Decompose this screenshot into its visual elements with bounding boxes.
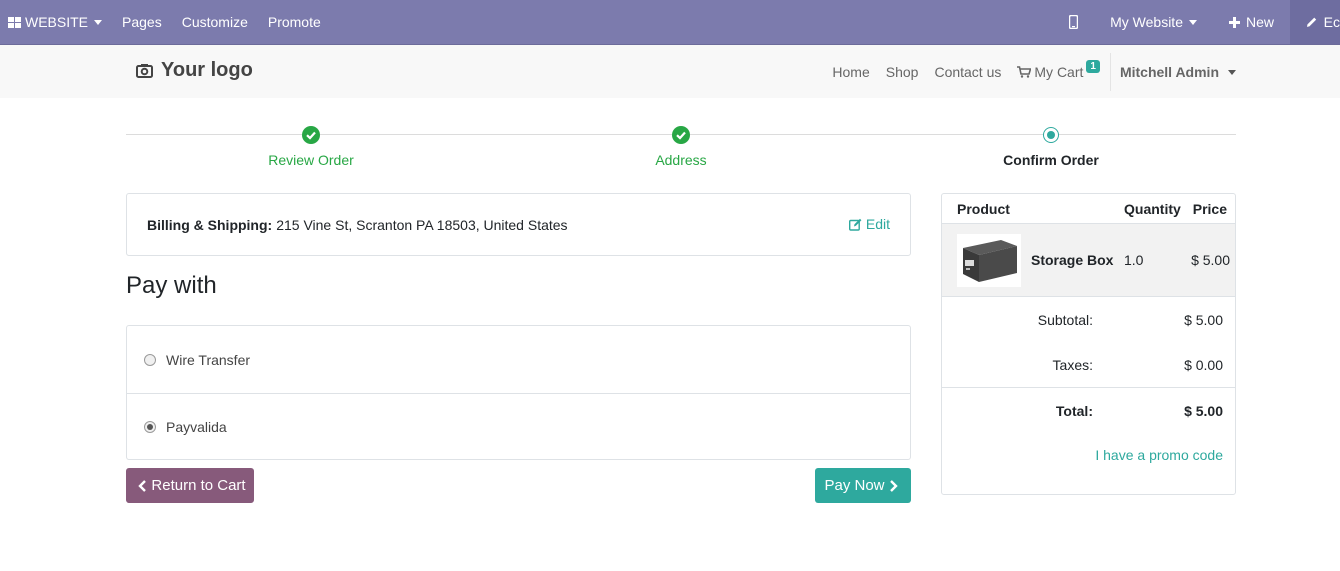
current-step-icon [1043,127,1059,143]
edit-label: Ec [1323,14,1340,30]
nav-home[interactable]: Home [824,64,877,80]
payment-method-label: Payvalida [166,419,227,435]
product-price: $ 5.00 [1191,252,1230,268]
pay-now-button[interactable]: Pay Now [815,468,911,503]
billing-shipping-card: Billing & Shipping: 215 Vine St, Scranto… [126,193,911,256]
chevron-right-icon [889,479,898,492]
promote-menu[interactable]: Promote [258,0,331,44]
main-nav: Home Shop Contact us My Cart 1 Mitchell … [824,45,1236,99]
quantity-column-header: Quantity [1124,201,1181,217]
cart-label: My Cart [1034,64,1084,80]
step-label: Confirm Order [1003,152,1099,168]
site-logo[interactable]: Your logo [136,59,253,82]
pages-menu[interactable]: Pages [112,0,172,44]
order-summary: Product Quantity Price Storage Box 1.0 $… [941,193,1236,495]
table-row: Storage Box 1.0 $ 5.00 [942,224,1235,297]
my-website-menu[interactable]: My Website [1094,0,1213,44]
my-website-label: My Website [1110,14,1183,30]
product-column-header: Product [957,201,1010,217]
step-address[interactable]: Address [496,122,866,168]
nav-cart[interactable]: My Cart 1 [1009,59,1108,80]
step-label: Address [655,152,707,168]
promo-code-link[interactable]: I have a promo code [1095,447,1223,463]
chevron-left-icon [138,479,147,492]
pencil-icon [1306,17,1317,27]
pay-with-heading: Pay with [126,272,217,299]
payment-method-label: Wire Transfer [166,351,251,368]
caret-down-icon [94,19,103,25]
edit-label: Edit [865,216,890,232]
product-image [957,234,1021,287]
step-review-order[interactable]: Review Order [126,122,496,168]
price-column-header: Price [1192,201,1227,217]
new-label: New [1245,14,1274,30]
apps-grid-icon [8,16,21,28]
step-label: Review Order [268,152,354,168]
plus-icon [1228,16,1240,28]
edit-page-button[interactable]: Ec [1290,0,1340,44]
admin-bar-right: My Website New Ec [1053,0,1340,44]
mobile-phone-icon [1069,15,1079,29]
payment-methods-list: Wire Transfer Payvalida [126,325,911,460]
return-to-cart-button[interactable]: Return to Cart [126,468,254,503]
nav-contact[interactable]: Contact us [926,64,1009,80]
subtotal-value: $ 5.00 [1184,312,1223,328]
logo-text: Your logo [161,59,253,81]
product-name: Storage Box [1031,252,1114,268]
summary-divider [942,387,1235,388]
billing-address: 215 Vine St, Scranton PA 18503, United S… [276,216,568,233]
checkout-progress: Review Order Address Confirm Order [126,122,1236,172]
check-circle-icon [672,126,690,144]
caret-down-icon [1188,19,1197,25]
total-label: Total: [1055,403,1093,419]
edit-address-link[interactable]: Edit [848,216,890,232]
payment-method-payvalida[interactable]: Payvalida [127,393,910,460]
camera-icon [136,64,153,78]
return-label: Return to Cart [151,477,246,494]
edit-icon [848,218,862,231]
nav-shop[interactable]: Shop [878,64,927,80]
cart-count-badge: 1 [1086,59,1100,73]
taxes-value: $ 0.00 [1184,357,1223,373]
subtotal-label: Subtotal: [1037,312,1093,328]
summary-table-header: Product Quantity Price [942,194,1235,224]
user-menu[interactable]: Mitchell Admin [1109,53,1236,91]
total-value: $ 5.00 [1184,403,1223,419]
step-confirm-order: Confirm Order [866,122,1236,168]
user-name: Mitchell Admin [1119,64,1219,80]
admin-top-bar: WEBSITE Pages Customize Promote My Websi… [0,0,1340,44]
mobile-preview-button[interactable] [1053,0,1094,44]
shopping-cart-icon [1017,66,1032,78]
admin-bar-left: WEBSITE Pages Customize Promote [0,0,331,44]
payment-method-wire-transfer[interactable]: Wire Transfer [127,326,910,393]
website-menu-label: WEBSITE [25,14,89,30]
site-header: Your logo Home Shop Contact us My Cart 1… [0,44,1340,98]
check-circle-icon [302,126,320,144]
new-content-button[interactable]: New [1213,0,1290,44]
pay-label: Pay Now [824,477,885,494]
website-menu[interactable]: WEBSITE [0,0,112,44]
billing-label: Billing & Shipping: [147,216,273,233]
product-quantity: 1.0 [1124,252,1144,268]
radio-button[interactable] [144,421,156,433]
taxes-label: Taxes: [1052,357,1093,373]
radio-button[interactable] [144,353,156,366]
customize-menu[interactable]: Customize [172,0,258,44]
caret-down-icon [1228,69,1236,75]
